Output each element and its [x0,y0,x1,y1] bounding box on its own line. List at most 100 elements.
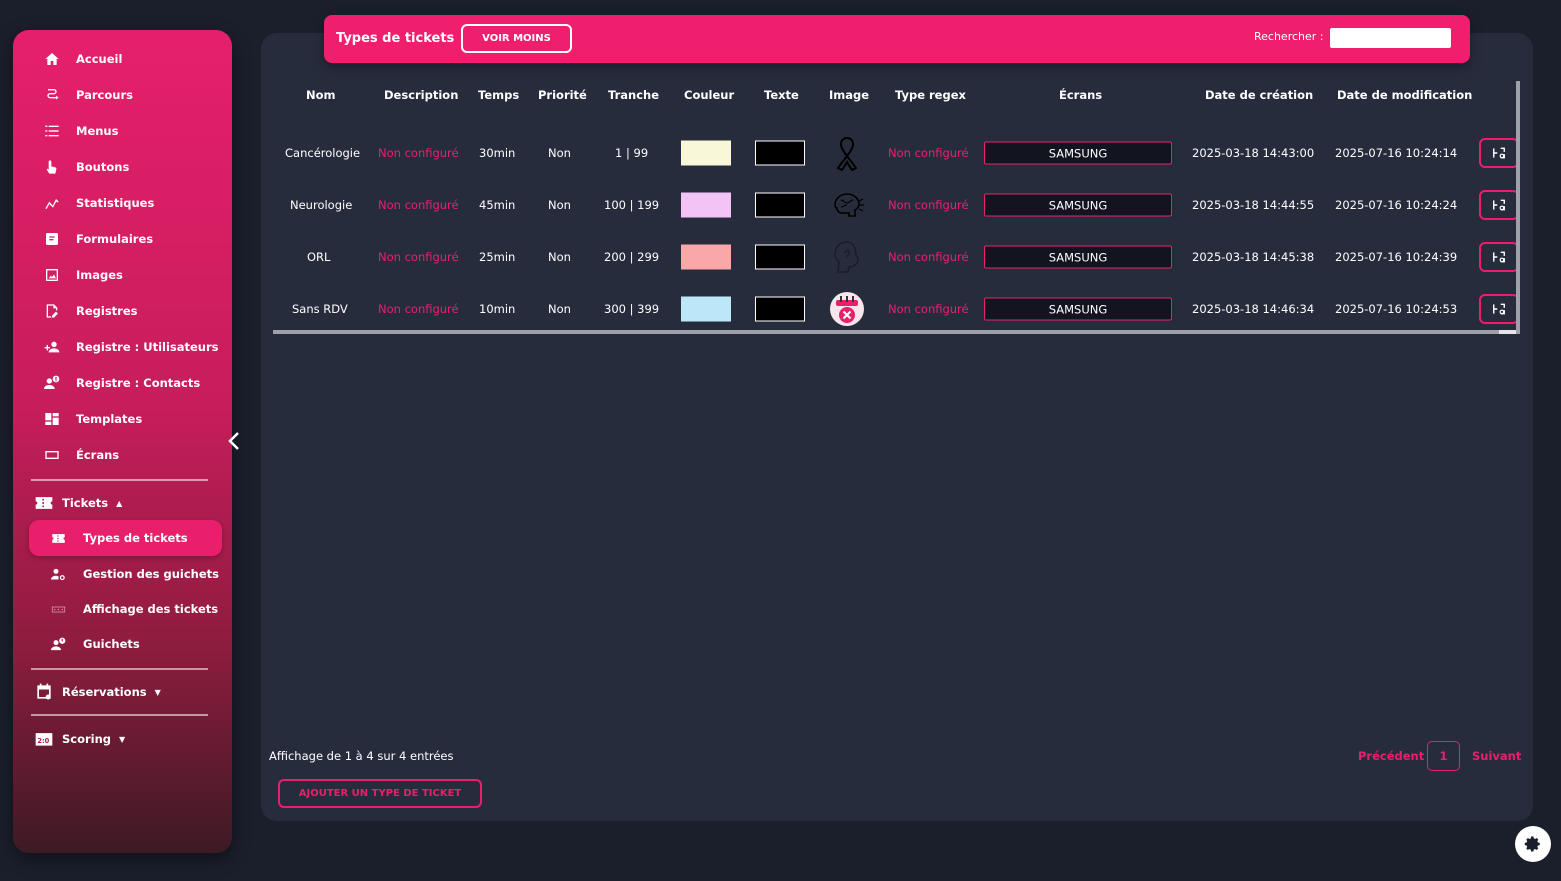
column-header-image[interactable]: Image [829,88,869,102]
sidebar-item-label: Registre : Utilisateurs [76,340,219,354]
sidebar-group-reservations[interactable]: Réservations ▼ [33,680,161,704]
sidebar-subitem-gestion-des-guichets[interactable]: Gestion des guichets [29,556,222,592]
user-add-icon [43,338,61,356]
color-swatch [681,244,731,270]
edit-button[interactable] [1479,242,1519,272]
sidebar-group-tickets[interactable]: Tickets ▲ [33,491,122,515]
cell-type-regex: Non configuré [888,302,969,316]
screen-tag[interactable]: SAMSUNG [984,193,1172,217]
search-input[interactable] [1330,28,1451,48]
sidebar-item-accueil[interactable]: Accueil [43,47,122,71]
sidebar-item-statistiques[interactable]: Statistiques [43,191,154,215]
cell-nom: Cancérologie [285,146,361,160]
edit-button[interactable] [1479,294,1519,324]
column-header-tranche[interactable]: Tranche [608,88,659,102]
scoreboard-icon: 2:0 [33,729,55,749]
cell-tranche: 200 | 299 [604,250,660,264]
home-icon [43,50,61,68]
collapse-sidebar-button[interactable] [224,428,244,454]
sidebar-item-formulaires[interactable]: Formulaires [43,227,153,251]
page-header: Types de tickets VOIR MOINS Rechercher : [324,15,1470,63]
voir-moins-button[interactable]: VOIR MOINS [461,24,572,53]
column-header-type-regex[interactable]: Type regex [895,88,966,102]
text-color-swatch [755,192,805,218]
sidebar-item-label: Boutons [76,160,130,174]
column-header-priorite[interactable]: Priorité [538,88,587,102]
pagination-previous[interactable]: Précédent [1358,749,1424,763]
pagination-next[interactable]: Suivant [1472,749,1521,763]
route-icon [43,86,61,104]
cell-description: Non configuré [378,198,459,212]
settings-button[interactable] [1515,826,1551,862]
ribbon-icon [828,134,866,172]
sidebar-item-label: Statistiques [76,196,155,210]
horizontal-scrollbar[interactable] [273,330,1518,334]
sidebar-subitem-types-de-tickets[interactable]: Types de tickets [29,520,222,556]
cell-description: Non configuré [378,250,459,264]
ticket-group-icon [33,493,55,513]
vertical-scrollbar[interactable] [1516,81,1520,334]
cell-date-modification: 2025-07-16 10:24:14 [1335,146,1458,160]
cell-date-creation: 2025-03-18 14:44:55 [1192,198,1315,212]
sidebar-item-registre-contacts[interactable]: Registre : Contacts [43,371,200,395]
settings-sliders-icon [1493,147,1505,159]
column-header-temps[interactable]: Temps [478,88,519,102]
screen-tag[interactable]: SAMSUNG [984,297,1172,321]
screen-tag[interactable]: SAMSUNG [984,245,1172,269]
caret-down-icon: ▼ [154,687,161,697]
cell-type-regex: Non configuré [888,250,969,264]
sidebar-item-images[interactable]: Images [43,263,123,287]
sidebar-group-label: Scoring [62,732,112,746]
sidebar-item-ecrans[interactable]: Écrans [43,443,119,467]
cell-description: Non configuré [378,146,459,160]
column-header-ecrans[interactable]: Écrans [1059,88,1102,102]
column-header-nom[interactable]: Nom [306,88,336,102]
text-color-swatch [755,140,805,166]
cell-temps: 10min [479,302,516,316]
edit-button[interactable] [1479,138,1519,168]
cell-date-creation: 2025-03-18 14:43:00 [1192,146,1315,160]
edit-button[interactable] [1479,190,1519,220]
ticket-display-icon [50,601,66,617]
sidebar-item-label: Formulaires [76,232,154,246]
form-icon [43,230,61,248]
cell-nom: Sans RDV [292,302,348,316]
cell-temps: 45min [479,198,516,212]
column-header-date-creation[interactable]: Date de création [1205,88,1313,102]
column-header-couleur[interactable]: Couleur [684,88,734,102]
svg-text:2:0: 2:0 [37,737,49,745]
caret-down-icon: ▼ [119,734,126,744]
cell-date-modification: 2025-07-16 10:24:53 [1335,302,1458,316]
sidebar-item-label: Templates [76,412,143,426]
sidebar-item-menus[interactable]: Menus [43,119,118,143]
stats-icon [43,194,61,212]
screen-tag[interactable]: SAMSUNG [984,141,1172,165]
sidebar-subitem-affichage-des-tickets[interactable]: Affichage des tickets [29,591,222,627]
sidebar-subitem-label: Affichage des tickets [83,602,219,616]
sidebar-subitem-guichets[interactable]: Guichets [29,626,222,662]
register-icon [43,302,61,320]
sidebar-group-scoring[interactable]: 2:0 Scoring ▼ [33,727,125,751]
cell-temps: 25min [479,250,516,264]
page-title: Types de tickets [336,31,455,46]
sidebar-item-label: Parcours [76,88,133,102]
column-header-date-modification[interactable]: Date de modification [1337,88,1472,102]
sidebar-item-boutons[interactable]: Boutons [43,155,129,179]
color-swatch [681,140,731,166]
sidebar-item-registres[interactable]: Registres [43,299,138,323]
counter-manage-icon [50,566,66,582]
chevron-left-icon [228,432,239,450]
cell-tranche: 300 | 399 [604,302,660,316]
sidebar-item-label: Registre : Contacts [76,376,201,390]
pagination-page-1[interactable]: 1 [1427,741,1460,771]
table-info: Affichage de 1 à 4 sur 4 entrées [269,749,454,763]
sidebar-item-parcours[interactable]: Parcours [43,83,133,107]
cell-date-modification: 2025-07-16 10:24:24 [1335,198,1458,212]
sidebar-item-registre-utilisateurs[interactable]: Registre : Utilisateurs [43,335,219,359]
settings-sliders-icon [1493,251,1505,263]
sidebar-item-templates[interactable]: Templates [43,407,142,431]
list-icon [43,122,61,140]
column-header-description[interactable]: Description [384,88,458,102]
column-header-texte[interactable]: Texte [764,88,799,102]
add-ticket-type-button[interactable]: AJOUTER UN TYPE DE TICKET [278,779,482,808]
